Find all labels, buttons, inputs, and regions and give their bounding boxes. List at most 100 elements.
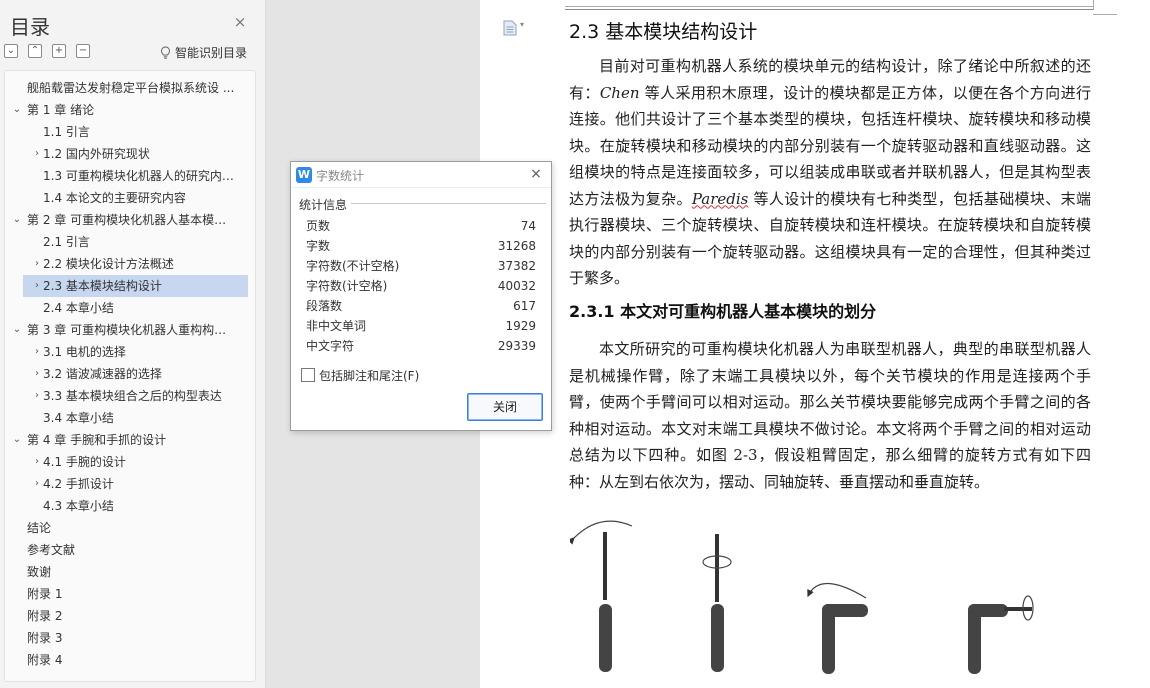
toc-item[interactable]: 致谢 — [5, 561, 255, 583]
toc-item[interactable]: › 1.2 国内外研究现状 — [5, 143, 255, 165]
close-icon[interactable]: × — [232, 14, 248, 30]
toc-item-label: 2.2 模块化设计方法概述 — [43, 257, 174, 271]
toc-pane: 目录 × ⌄ ⌃ + − 智能识别目录 舰船载雷达发射稳定平台模拟系统设 ...… — [0, 0, 266, 688]
include-footnotes-checkbox[interactable] — [301, 368, 315, 382]
toc-item-label: 舰船载雷达发射稳定平台模拟系统设 ... — [27, 81, 235, 95]
toc-item-label: 1.3 可重构模块化机器人的研究内 ... — [43, 169, 237, 183]
toc-item-label: 1.1 引言 — [43, 125, 90, 139]
coaxial-rotation-sketch — [702, 534, 732, 672]
toc-item[interactable]: 4.3 本章小结 — [5, 495, 255, 517]
vertical-swing-sketch — [807, 582, 868, 674]
chevron-right-icon[interactable]: › — [31, 473, 43, 495]
stat-row: 字数 31268 — [306, 236, 536, 256]
toc-item[interactable]: › 2.3 基本模块结构设计 — [23, 275, 248, 297]
wps-logo-icon: W — [296, 167, 312, 183]
toc-item[interactable]: 1.3 可重构模块化机器人的研究内 ... — [5, 165, 255, 187]
toc-item[interactable]: 3.4 本章小结 — [5, 407, 255, 429]
toc-item[interactable]: 附录 2 — [5, 605, 255, 627]
stat-label: 页数 — [306, 219, 331, 233]
chevron-down-icon[interactable]: ⌄ — [11, 429, 23, 451]
close-button[interactable]: 关闭 — [467, 393, 543, 421]
stat-label: 段落数 — [306, 299, 343, 313]
toc-item[interactable]: 1.1 引言 — [5, 121, 255, 143]
close-icon[interactable]: × — [528, 166, 544, 182]
smart-toc-button[interactable]: 智能识别目录 — [160, 44, 247, 61]
expand-all-icon[interactable]: ⌃ — [28, 44, 42, 58]
include-footnotes-label[interactable]: 包括脚注和尾注(F) — [319, 367, 419, 384]
word-count-dialog[interactable]: W 字数统计 × 统计信息 页数 74 字数 31268 字符数(不计空格) 37382 字… — [290, 161, 552, 431]
chevron-right-icon[interactable]: › — [31, 253, 43, 275]
dialog-titlebar[interactable]: W 字数统计 × — [291, 162, 551, 188]
toc-item-label: 1.2 国内外研究现状 — [43, 147, 150, 161]
chevron-right-icon[interactable]: › — [31, 363, 43, 385]
chevron-down-icon[interactable]: ⌄ — [11, 99, 23, 121]
toc-item[interactable]: › 3.3 基本模块组合之后的构型表达 — [5, 385, 255, 407]
toc-item-label: 3.1 电机的选择 — [43, 345, 126, 359]
stat-value: 40032 — [497, 279, 536, 293]
stat-row: 页数 74 — [306, 216, 536, 236]
dropdown-arrow-icon[interactable]: ▾ — [520, 20, 524, 29]
stat-value: 74 — [520, 219, 536, 233]
toc-item-label: 附录 4 — [27, 653, 63, 667]
toc-item[interactable]: ⌄ 第 2 章 可重构模块化机器人基本模块 ... — [5, 209, 255, 231]
toc-item[interactable]: › 2.2 模块化设计方法概述 — [5, 253, 255, 275]
swing-sketch — [570, 520, 633, 672]
dialog-title: 字数统计 — [316, 169, 365, 183]
toc-item[interactable]: 参考文献 — [5, 539, 255, 561]
toc-item[interactable]: ⌄ 第 3 章 可重构模块化机器人重构构型 ... — [5, 319, 255, 341]
remove-heading-icon[interactable]: − — [76, 44, 90, 58]
toc-item-label: 3.3 基本模块组合之后的构型表达 — [43, 389, 222, 403]
section-divider — [351, 203, 546, 204]
toc-item-label: 2.3 基本模块结构设计 — [43, 279, 162, 293]
toc-item-label: 附录 3 — [27, 631, 63, 645]
toc-item[interactable]: ⌄ 第 1 章 绪论 — [5, 99, 255, 121]
body-paragraph: 本文所研究的可重构模块化机器人为串联型机器人，典型的串联型机器人是机械操作臂，除… — [569, 340, 1091, 491]
toc-item-label: 第 2 章 可重构模块化机器人基本模块 ... — [27, 213, 237, 227]
stat-row: 字符数(计空格) 40032 — [306, 276, 536, 296]
toc-item[interactable]: 结论 — [5, 517, 255, 539]
joint-motion-figure — [570, 520, 1034, 674]
collapse-all-icon[interactable]: ⌄ — [4, 44, 18, 58]
toc-item[interactable]: 舰船载雷达发射稳定平台模拟系统设 ... — [5, 77, 255, 99]
toc-item[interactable]: 附录 3 — [5, 627, 255, 649]
subsection-heading: 2.3.1 本文对可重构机器人基本模块的划分 — [569, 302, 877, 321]
toc-item-label: 1.4 本论文的主要研究内容 — [43, 191, 186, 205]
lightbulb-icon — [161, 46, 170, 59]
toc-item-label: 结论 — [27, 521, 52, 535]
toc-list: 舰船载雷达发射稳定平台模拟系统设 ... ⌄ 第 1 章 绪论 1.1 引言 › 1.2 … — [4, 70, 256, 682]
toc-item[interactable]: 1.4 本论文的主要研究内容 — [5, 187, 255, 209]
stat-label: 非中文单词 — [306, 319, 367, 333]
chevron-right-icon[interactable]: › — [31, 275, 43, 297]
stat-label: 字数 — [306, 239, 331, 253]
author-name: Paredis — [691, 189, 749, 208]
chevron-down-icon[interactable]: ⌄ — [11, 209, 23, 231]
toc-item-label: 第 3 章 可重构模块化机器人重构构型 ... — [27, 323, 237, 337]
stat-value: 37382 — [497, 259, 536, 273]
toc-item[interactable]: 2.4 本章小结 — [5, 297, 255, 319]
chevron-right-icon[interactable]: › — [31, 341, 43, 363]
toc-item-label: 致谢 — [27, 565, 52, 579]
chevron-right-icon[interactable]: › — [31, 385, 43, 407]
stats-section-label: 统计信息 — [299, 198, 348, 212]
toc-item[interactable]: 2.1 引言 — [5, 231, 255, 253]
stat-value: 617 — [513, 299, 536, 313]
body-paragraph: 目前对可重构机器人系统的模块单元的结构设计，除了绪论中所叙述的还有：Chen 等… — [569, 53, 1091, 292]
document-page[interactable]: ▾ 2.3 基本模块结构设计 目前对可重构机器人系统的模块单元的结构设计，除了绪… — [480, 0, 1150, 688]
toc-item[interactable]: › 3.1 电机的选择 — [5, 341, 255, 363]
document-icon[interactable] — [503, 20, 517, 36]
chevron-right-icon[interactable]: › — [31, 143, 43, 165]
toc-item[interactable]: ⌄ 第 4 章 手腕和手抓的设计 — [5, 429, 255, 451]
toc-item[interactable]: › 4.1 手腕的设计 — [5, 451, 255, 473]
stat-value: 1929 — [505, 319, 536, 333]
add-heading-icon[interactable]: + — [52, 44, 66, 58]
toc-item[interactable]: › 3.2 谐波减速器的选择 — [5, 363, 255, 385]
vertical-rotation-sketch — [968, 595, 1034, 674]
toc-item[interactable]: 附录 4 — [5, 649, 255, 671]
author-name: Chen — [599, 83, 640, 102]
section-heading: 2.3 基本模块结构设计 — [569, 21, 758, 43]
chevron-down-icon[interactable]: ⌄ — [11, 319, 23, 341]
stat-label: 中文字符 — [306, 339, 355, 353]
toc-item[interactable]: 附录 1 — [5, 583, 255, 605]
chevron-right-icon[interactable]: › — [31, 451, 43, 473]
toc-item[interactable]: › 4.2 手抓设计 — [5, 473, 255, 495]
